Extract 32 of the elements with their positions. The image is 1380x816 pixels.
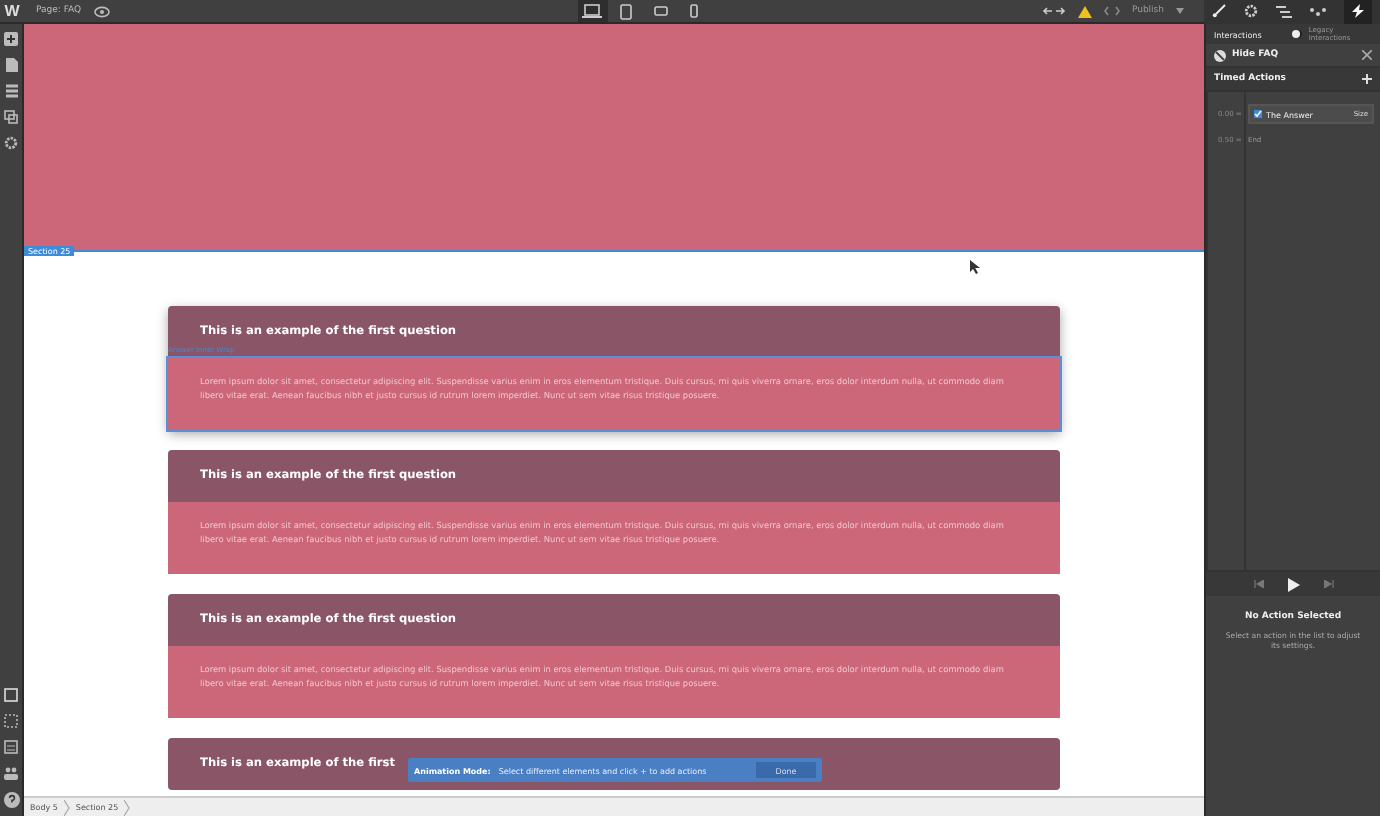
lightning-icon[interactable] bbox=[1351, 4, 1364, 18]
help-icon[interactable] bbox=[3, 792, 19, 808]
mouse-cursor-icon bbox=[970, 260, 980, 274]
database-icon[interactable] bbox=[5, 84, 17, 98]
checkbox[interactable] bbox=[1254, 110, 1262, 118]
select-icon[interactable] bbox=[4, 688, 18, 702]
close-icon[interactable] bbox=[1362, 50, 1372, 60]
legacy-toggle[interactable] bbox=[1291, 30, 1303, 38]
layers-icon[interactable] bbox=[1275, 5, 1292, 17]
logo[interactable]: W bbox=[0, 2, 24, 20]
settings-icon[interactable] bbox=[1244, 4, 1259, 18]
play-icon[interactable] bbox=[1287, 577, 1299, 591]
code-icon[interactable] bbox=[1103, 6, 1120, 16]
page-icon[interactable] bbox=[5, 58, 17, 72]
box-select-icon[interactable] bbox=[4, 714, 18, 728]
users-icon[interactable] bbox=[4, 766, 18, 780]
dots-icon[interactable] bbox=[1309, 5, 1326, 17]
warning-icon[interactable] bbox=[1077, 5, 1092, 17]
chevron-icon bbox=[124, 799, 131, 815]
list-icon[interactable] bbox=[4, 740, 18, 754]
undo-redo-icon[interactable] bbox=[1041, 6, 1066, 16]
desktop-view-icon[interactable] bbox=[577, 0, 608, 22]
caret-icon[interactable] bbox=[1176, 8, 1184, 14]
settings-icon[interactable] bbox=[4, 136, 18, 150]
chevron-icon bbox=[63, 799, 70, 815]
preview-eye-icon[interactable] bbox=[93, 5, 110, 17]
skip-back-icon[interactable] bbox=[1253, 580, 1263, 588]
add-icon[interactable] bbox=[4, 32, 18, 46]
eye-slash-icon bbox=[1214, 49, 1226, 61]
images-icon[interactable] bbox=[4, 110, 18, 124]
skip-forward-icon[interactable] bbox=[1323, 580, 1333, 588]
brush-icon[interactable] bbox=[1212, 4, 1227, 18]
